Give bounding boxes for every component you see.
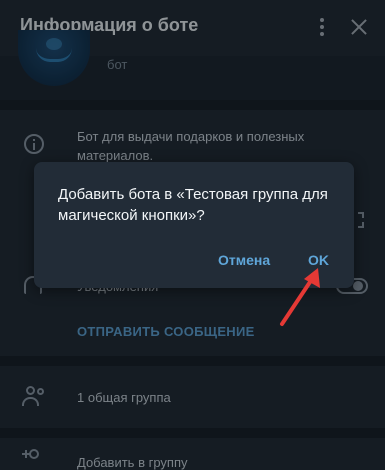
bot-info-screen: Информация о боте бот Бот для выдачи под… — [0, 0, 385, 470]
annotation-arrow-icon — [280, 268, 320, 326]
cancel-button[interactable]: Отмена — [218, 252, 270, 268]
dialog-message: Добавить бота в «Тестовая группа для маг… — [58, 186, 328, 224]
